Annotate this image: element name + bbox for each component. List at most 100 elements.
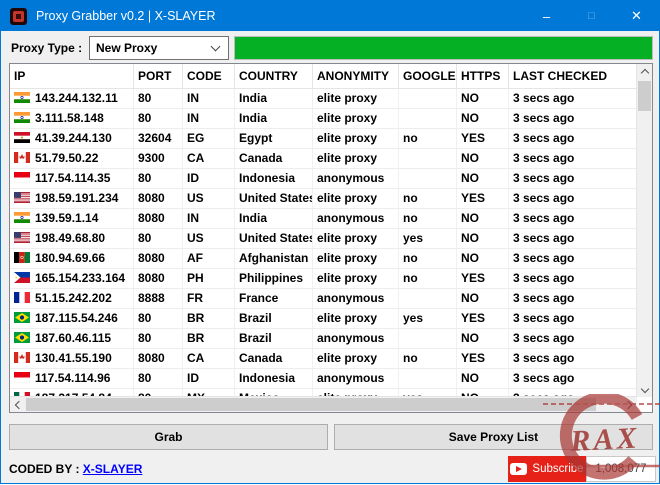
window-controls: – □ ✕ (524, 1, 659, 31)
cell-country: United States (235, 189, 313, 208)
scroll-right-icon[interactable] (622, 397, 637, 412)
cell-country: Canada (235, 349, 313, 368)
scroll-down-icon[interactable] (637, 382, 652, 397)
minimize-button[interactable]: – (524, 1, 569, 31)
proxy-type-dropdown[interactable]: New Proxy (89, 36, 229, 60)
cell-google: no (399, 129, 457, 148)
cell-google: yes (399, 229, 457, 248)
cell-code: CA (183, 349, 235, 368)
cell-anonymity: elite proxy (313, 309, 399, 328)
proxy-grid: IPPORTCODECOUNTRYANONYMITYGOOGLEHTTPSLAS… (10, 64, 637, 397)
column-header-last-checked[interactable]: LAST CHECKED (509, 64, 637, 88)
table-row[interactable]: 3.111.58.14880INIndiaelite proxyNO3 secs… (10, 109, 637, 129)
cell-country: France (235, 289, 313, 308)
cell-last-checked: 3 secs ago (509, 269, 637, 288)
column-header-port[interactable]: PORT (134, 64, 183, 88)
cell-ip: 41.39.244.130 (10, 129, 134, 148)
column-header-ip[interactable]: IP (10, 64, 134, 88)
cell-port: 9300 (134, 149, 183, 168)
cell-ip: 139.59.1.14 (10, 209, 134, 228)
maximize-button: □ (569, 1, 614, 31)
table-header: IPPORTCODECOUNTRYANONYMITYGOOGLEHTTPSLAS… (10, 64, 637, 89)
cell-last-checked: 3 secs ago (509, 289, 637, 308)
vertical-scroll-thumb[interactable] (638, 81, 651, 111)
cell-ip: 198.49.68.80 (10, 229, 134, 248)
table-row[interactable]: 51.15.242.2028888FRFranceanonymousNO3 se… (10, 289, 637, 309)
cell-google: no (399, 249, 457, 268)
cell-country: Egypt (235, 129, 313, 148)
column-header-country[interactable]: COUNTRY (235, 64, 313, 88)
table-row[interactable]: 187.60.46.11580BRBrazilanonymousNO3 secs… (10, 329, 637, 349)
table-row[interactable]: 41.39.244.13032604EGEgyptelite proxynoYE… (10, 129, 637, 149)
country-flag-icon (14, 112, 30, 123)
cell-port: 80 (134, 169, 183, 188)
cell-anonymity: elite proxy (313, 189, 399, 208)
cell-ip: 165.154.233.164 (10, 269, 134, 288)
window-title: Proxy Grabber v0.2 | X-SLAYER (36, 9, 215, 23)
scroll-left-icon[interactable] (10, 397, 25, 412)
table-row[interactable]: 51.79.50.229300CACanadaelite proxyNO3 se… (10, 149, 637, 169)
cell-https: NO (457, 89, 509, 108)
scroll-up-icon[interactable] (637, 64, 652, 79)
cell-google: no (399, 189, 457, 208)
country-flag-icon (14, 172, 30, 183)
table-row[interactable]: 130.41.55.1908080CACanadaelite proxynoYE… (10, 349, 637, 369)
cell-country: Indonesia (235, 169, 313, 188)
table-row[interactable]: 180.94.69.668080AFAfghanistanelite proxy… (10, 249, 637, 269)
column-header-https[interactable]: HTTPS (457, 64, 509, 88)
country-flag-icon (14, 212, 30, 223)
cell-last-checked: 3 secs ago (509, 249, 637, 268)
cell-port: 80 (134, 229, 183, 248)
cell-last-checked: 3 secs ago (509, 309, 637, 328)
save-proxy-list-button[interactable]: Save Proxy List (334, 424, 653, 450)
table-row[interactable]: 139.59.1.148080INIndiaanonymousnoNO3 sec… (10, 209, 637, 229)
cell-google (399, 149, 457, 168)
youtube-play-icon (510, 463, 527, 475)
close-button[interactable]: ✕ (614, 1, 659, 31)
author-link[interactable]: X-SLAYER (83, 462, 143, 476)
table-row[interactable]: 198.59.191.2348080USUnited Stateselite p… (10, 189, 637, 209)
table-row[interactable]: 198.49.68.8080USUnited Stateselite proxy… (10, 229, 637, 249)
cell-last-checked: 3 secs ago (509, 89, 637, 108)
cell-code: ID (183, 169, 235, 188)
table-row[interactable]: 143.244.132.1180INIndiaelite proxyNO3 se… (10, 89, 637, 109)
country-flag-icon (14, 332, 30, 343)
cell-country: Brazil (235, 309, 313, 328)
horizontal-scrollbar[interactable] (10, 396, 637, 412)
cell-port: 32604 (134, 129, 183, 148)
cell-last-checked: 3 secs ago (509, 129, 637, 148)
horizontal-scroll-thumb[interactable] (26, 398, 596, 411)
table-row[interactable]: 117.54.114.3580IDIndonesiaanonymousNO3 s… (10, 169, 637, 189)
cell-anonymity: elite proxy (313, 149, 399, 168)
proxy-type-label: Proxy Type : (11, 41, 82, 55)
table-row[interactable]: 117.54.114.9680IDIndonesiaanonymousNO3 s… (10, 369, 637, 389)
cell-country: India (235, 209, 313, 228)
country-flag-icon (14, 92, 30, 103)
grab-button[interactable]: Grab (9, 424, 328, 450)
cell-anonymity: elite proxy (313, 129, 399, 148)
cell-code: AF (183, 249, 235, 268)
cell-country: India (235, 89, 313, 108)
cell-country: Afghanistan (235, 249, 313, 268)
country-flag-icon (14, 232, 30, 243)
cell-last-checked: 3 secs ago (509, 329, 637, 348)
country-flag-icon (14, 312, 30, 323)
cell-https: YES (457, 129, 509, 148)
youtube-subscribe-button[interactable]: Subscribe (508, 456, 586, 482)
cell-code: CA (183, 149, 235, 168)
table-row[interactable]: 165.154.233.1648080PHPhilippineselite pr… (10, 269, 637, 289)
cell-https: NO (457, 109, 509, 128)
table-row[interactable]: 187.115.54.24680BRBrazilelite proxyyesYE… (10, 309, 637, 329)
cell-google: no (399, 349, 457, 368)
column-header-anonymity[interactable]: ANONYMITY (313, 64, 399, 88)
column-header-code[interactable]: CODE (183, 64, 235, 88)
cell-google (399, 89, 457, 108)
chevron-down-icon (211, 42, 221, 52)
cell-https: YES (457, 349, 509, 368)
vertical-scrollbar[interactable] (636, 64, 652, 397)
cell-https: NO (457, 289, 509, 308)
cell-ip: 187.60.46.115 (10, 329, 134, 348)
column-header-google[interactable]: GOOGLE (399, 64, 457, 88)
cell-https: NO (457, 249, 509, 268)
cell-ip: 130.41.55.190 (10, 349, 134, 368)
